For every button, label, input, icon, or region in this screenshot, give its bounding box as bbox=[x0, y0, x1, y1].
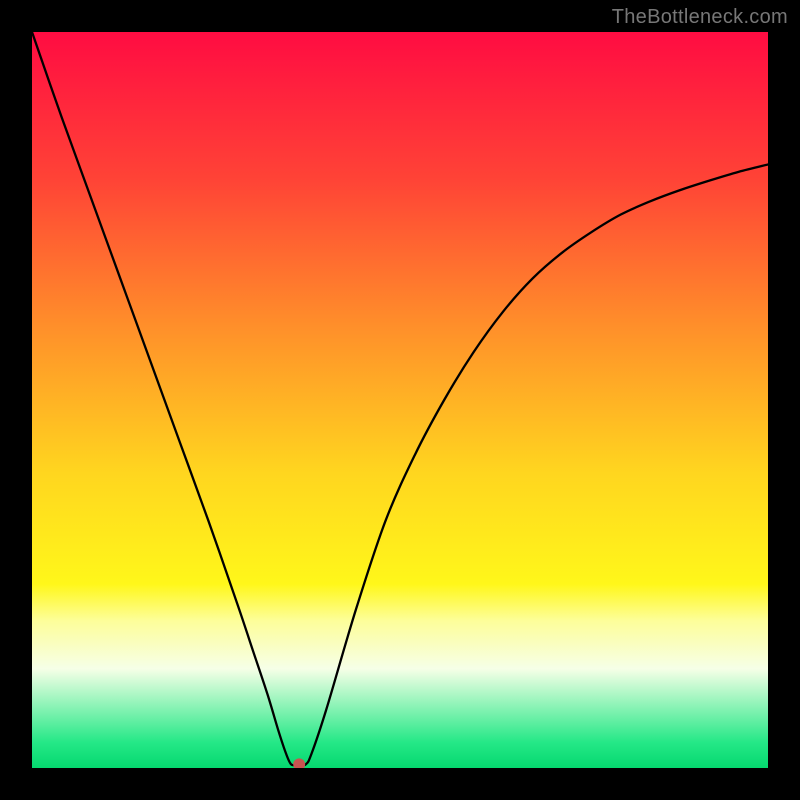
chart-svg bbox=[32, 32, 768, 768]
chart-plot-area bbox=[32, 32, 768, 768]
gradient-background bbox=[32, 32, 768, 768]
chart-frame: TheBottleneck.com bbox=[0, 0, 800, 800]
watermark-text: TheBottleneck.com bbox=[612, 6, 788, 29]
